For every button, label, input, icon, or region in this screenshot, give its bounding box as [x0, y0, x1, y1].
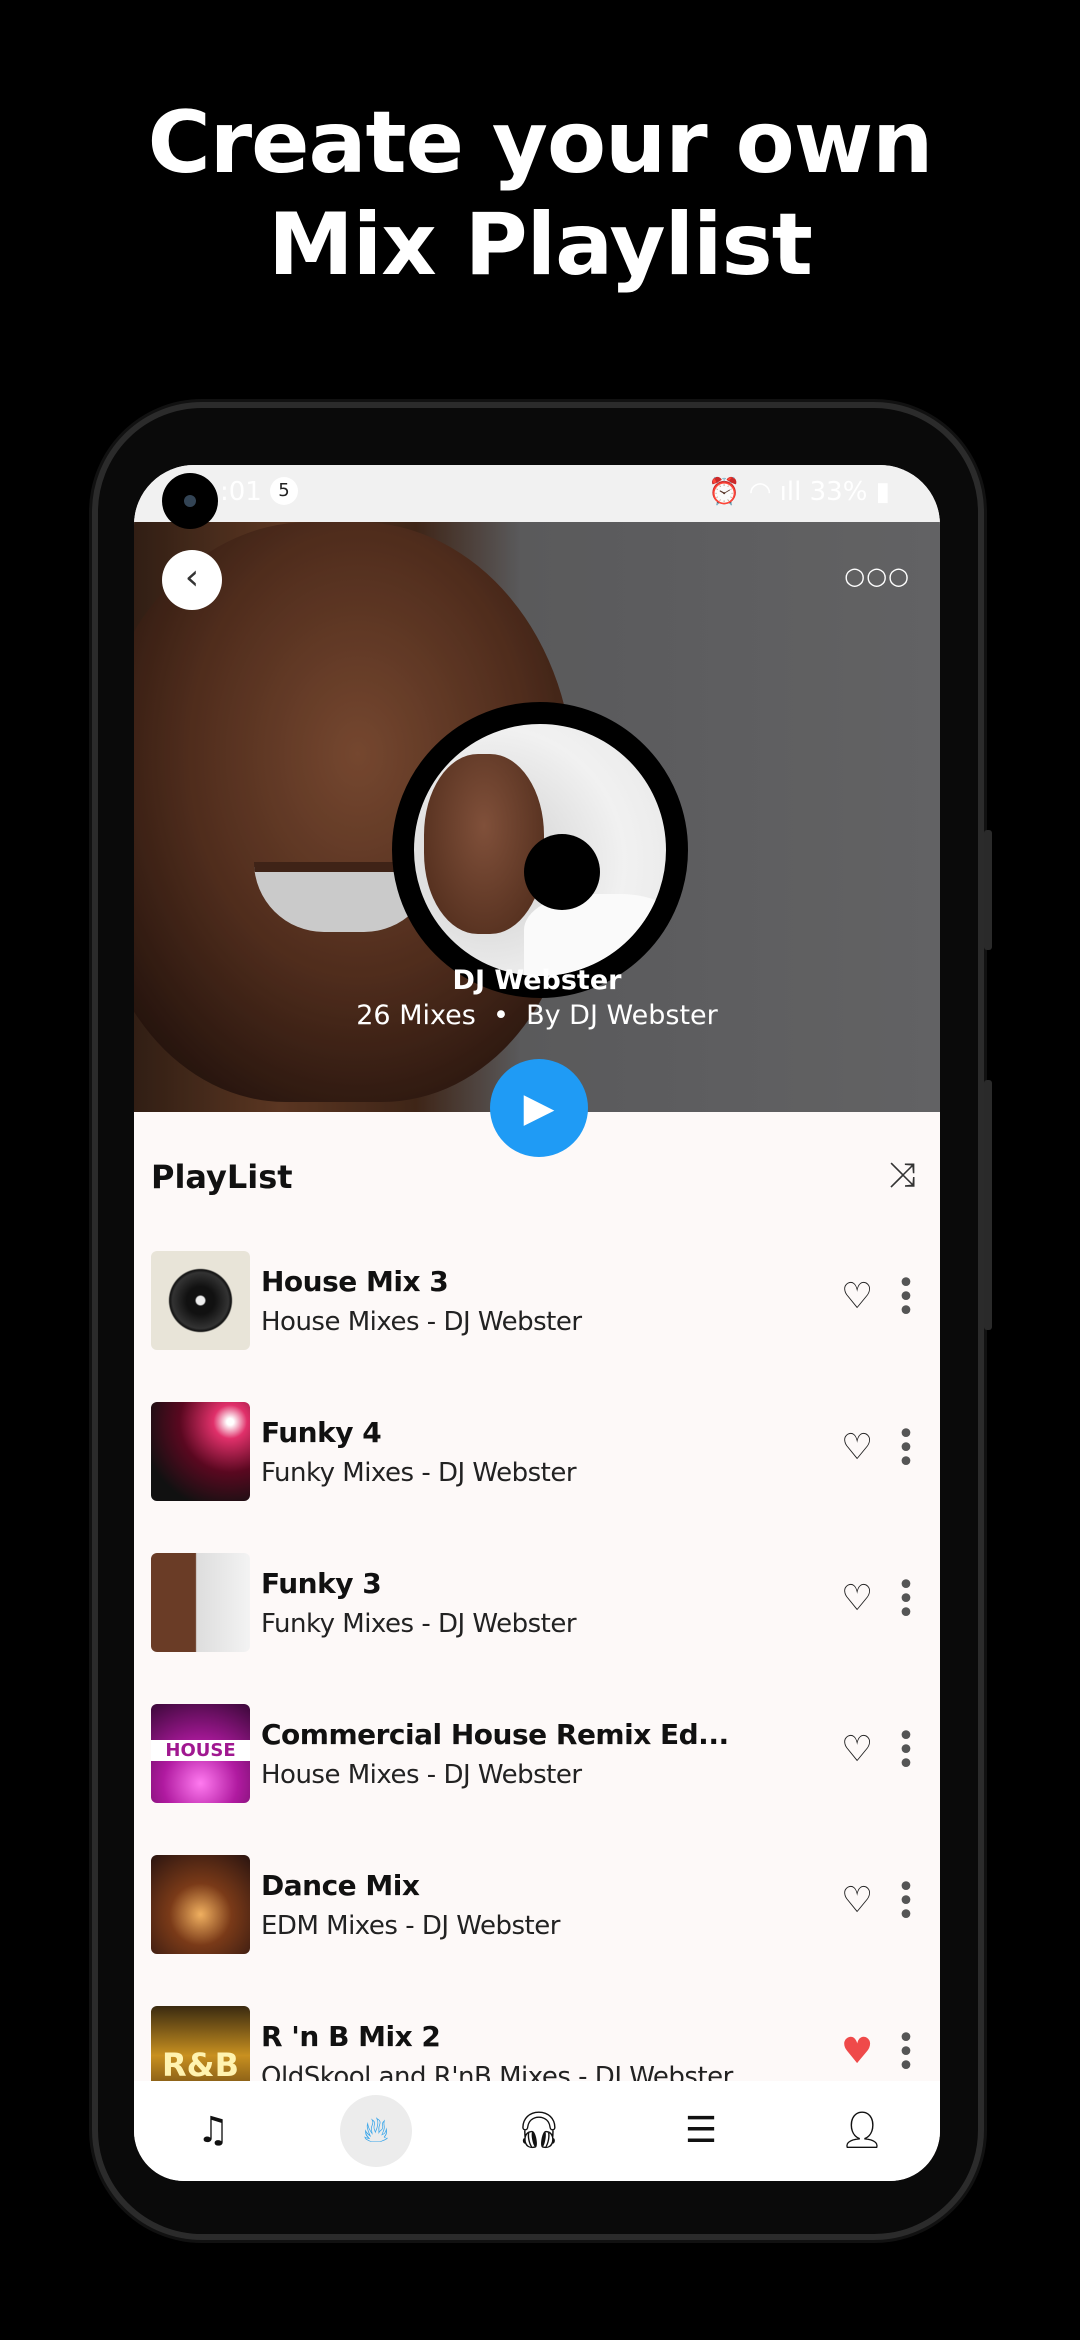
headline-line-2: Mix Playlist: [268, 195, 813, 295]
shuffle-icon: ⤨: [888, 1155, 916, 1195]
bottom-nav: ♫ 🔥︎ 🎧︎ ☰ 👤︎: [134, 2081, 940, 2181]
playlist-item[interactable]: HOUSE Commercial House Remix Ed... House…: [151, 1704, 923, 1804]
status-icons: ⏰ ◠ ıll 33% ▮: [708, 477, 890, 507]
nav-library[interactable]: ♫: [177, 2095, 249, 2167]
playlist-item[interactable]: Dance Mix EDM Mixes - DJ Webster ♡ • • •: [151, 1855, 923, 1955]
item-menu-button[interactable]: • • •: [891, 1722, 921, 1780]
mix-count: 26 Mixes: [356, 1000, 476, 1031]
more-vertical-icon: • • •: [897, 1266, 915, 1329]
mix-thumbnail: [151, 1402, 250, 1501]
flame-icon: 🔥︎: [362, 2110, 390, 2151]
more-vertical-icon: • • •: [897, 1719, 915, 1782]
playlist-item[interactable]: Funky 4 Funky Mixes - DJ Webster ♡ • • •: [151, 1402, 923, 1502]
status-time: :01: [220, 477, 262, 507]
mix-thumbnail: [151, 1855, 250, 1954]
like-button[interactable]: ♡: [841, 1428, 873, 1468]
nav-headphones[interactable]: 🎧︎: [503, 2095, 575, 2167]
status-bar: :01 5 ⏰ ◠ ıll 33% ▮: [134, 465, 940, 522]
mix-subtitle: House Mixes - DJ Webster: [261, 1307, 582, 1337]
camera-cutout: [162, 473, 218, 529]
mix-title: House Mix 3: [261, 1265, 449, 1298]
item-menu-button[interactable]: • • •: [891, 1269, 921, 1327]
like-button[interactable]: ♡: [841, 1277, 873, 1317]
heart-icon: ♡: [841, 1276, 874, 1317]
item-menu-button[interactable]: • • •: [891, 2024, 921, 2082]
back-button[interactable]: ‹: [162, 550, 222, 610]
mix-thumbnail: HOUSE: [151, 1704, 250, 1803]
battery-level: 33%: [809, 477, 868, 507]
more-options-button[interactable]: ○○○: [844, 562, 910, 590]
item-menu-button[interactable]: • • •: [891, 1420, 921, 1478]
like-button[interactable]: ♡: [841, 1579, 873, 1619]
notification-badge: 5: [270, 477, 298, 505]
play-icon: ▶: [523, 1085, 555, 1131]
more-vertical-icon: • • •: [897, 1870, 915, 1933]
profile-icon: 👤︎: [839, 2110, 885, 2151]
promo-headline: Create your own Mix Playlist: [0, 92, 1080, 296]
meta-separator: •: [492, 1000, 509, 1031]
mix-thumbnail: [151, 1553, 250, 1652]
more-horizontal-icon: ○○○: [844, 562, 910, 590]
more-vertical-icon: • • •: [897, 1417, 915, 1480]
mix-title: Commercial House Remix Ed...: [261, 1718, 729, 1751]
heart-icon: ♥: [841, 2031, 874, 2072]
music-library-icon: ♫: [196, 2110, 230, 2151]
shuffle-button[interactable]: ⤨: [889, 1155, 916, 1195]
thumb-label: HOUSE: [151, 1740, 250, 1761]
headphones-icon: 🎧︎: [516, 2110, 562, 2151]
thumb-label: R&B: [162, 2046, 239, 2084]
like-button[interactable]: ♡: [841, 1730, 873, 1770]
volume-button: [984, 830, 992, 950]
playlist-item[interactable]: Funky 3 Funky Mixes - DJ Webster ♡ • • •: [151, 1553, 923, 1653]
playlist-title: PlayList: [151, 1158, 293, 1196]
heart-icon: ♡: [841, 1578, 874, 1619]
mix-thumbnail: [151, 1251, 250, 1350]
nav-profile[interactable]: 👤︎: [826, 2095, 898, 2167]
nav-trending[interactable]: 🔥︎: [340, 2095, 412, 2167]
play-button[interactable]: ▶: [490, 1059, 588, 1157]
chevron-left-icon: ‹: [184, 557, 200, 598]
mix-subtitle: Funky Mixes - DJ Webster: [261, 1458, 577, 1488]
like-button[interactable]: ♡: [841, 1881, 873, 1921]
artist-name: DJ Webster: [452, 965, 622, 996]
power-button: [984, 1080, 992, 1330]
item-menu-button[interactable]: • • •: [891, 1571, 921, 1629]
playlist-item[interactable]: House Mix 3 House Mixes - DJ Webster ♡ •…: [151, 1251, 923, 1351]
artist-meta: 26 Mixes • By DJ Webster: [134, 1000, 940, 1031]
mix-subtitle: House Mixes - DJ Webster: [261, 1760, 582, 1790]
more-vertical-icon: • • •: [897, 1568, 915, 1631]
heart-icon: ♡: [841, 1880, 874, 1921]
item-menu-button[interactable]: • • •: [891, 1873, 921, 1931]
mix-title: R 'n B Mix 2: [261, 2020, 441, 2053]
artist-disc-image: [392, 702, 688, 998]
mix-subtitle: EDM Mixes - DJ Webster: [261, 1911, 560, 1941]
artist-byline: By DJ Webster: [526, 1000, 718, 1031]
playlist-icon: ☰: [684, 2110, 718, 2151]
disc-photo-face: [424, 754, 544, 934]
headline-line-1: Create your own: [147, 93, 934, 193]
nav-playlists[interactable]: ☰: [665, 2095, 737, 2167]
mix-title: Funky 4: [261, 1416, 382, 1449]
mix-subtitle: Funky Mixes - DJ Webster: [261, 1609, 577, 1639]
disc-hole: [524, 834, 600, 910]
more-vertical-icon: • • •: [897, 2021, 915, 2084]
heart-icon: ♡: [841, 1729, 874, 1770]
app-screen: :01 5 ⏰ ◠ ıll 33% ▮ ‹ ○○○ DJ Webster 26 …: [134, 465, 940, 2181]
like-button[interactable]: ♥: [841, 2032, 873, 2072]
heart-icon: ♡: [841, 1427, 874, 1468]
mix-title: Dance Mix: [261, 1869, 420, 1902]
mix-title: Funky 3: [261, 1567, 382, 1600]
